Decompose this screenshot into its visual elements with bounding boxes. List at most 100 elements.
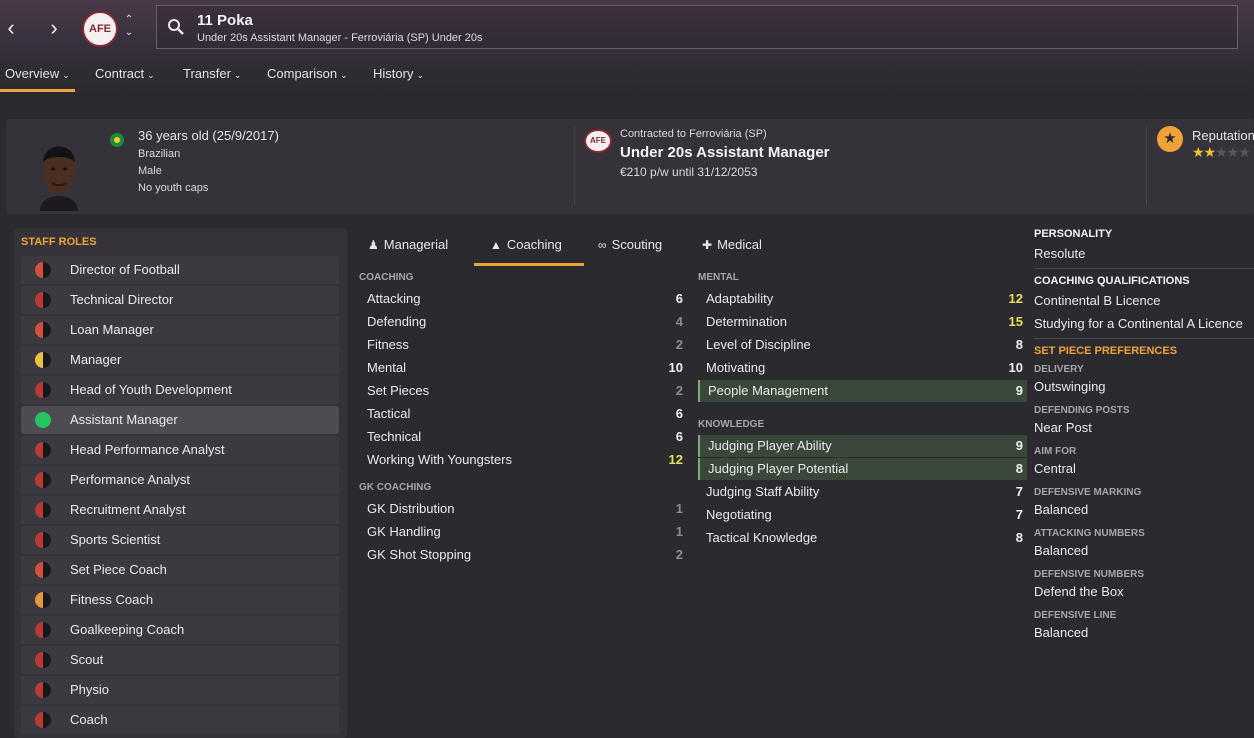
tab-transfer[interactable]: Transfer ⌄ [178, 62, 246, 92]
divider [574, 127, 575, 205]
attribute-row[interactable]: Technical 6 [359, 426, 687, 448]
qualification-item: Studying for a Continental A Licence [1034, 316, 1243, 331]
tab-label: Coaching [506, 237, 562, 252]
attribute-row[interactable]: Tactical 6 [359, 403, 687, 425]
reputation-label: Reputation [1192, 128, 1254, 143]
tab-label: Scouting [611, 237, 663, 252]
attribute-row[interactable]: Working With Youngsters 12 [359, 449, 687, 471]
attribute-name: Judging Player Ability [708, 438, 832, 453]
tab-managerial[interactable]: ♟ Managerial [368, 234, 468, 266]
set-piece-label: DEFENDING POSTS [1034, 405, 1130, 416]
attribute-row[interactable]: Tactical Knowledge 8 [698, 527, 1027, 549]
tab-coaching[interactable]: ▲ Coaching [474, 234, 584, 266]
attribute-row[interactable]: People Management 9 [698, 380, 1027, 402]
attribute-row[interactable]: GK Distribution 1 [359, 498, 687, 520]
attribute-row[interactable]: Motivating 10 [698, 357, 1027, 379]
role-row[interactable]: Loan Manager [21, 316, 339, 344]
chevron-down-icon: ⌄ [233, 70, 242, 80]
club-badge[interactable]: AFE [82, 11, 118, 47]
tab-comparison[interactable]: Comparison ⌄ [262, 62, 353, 92]
tab-contract[interactable]: Contract ⌄ [90, 62, 160, 92]
role-row[interactable]: Recruitment Analyst [21, 496, 339, 524]
contracted-to: Contracted to Ferroviária (SP) [620, 128, 767, 140]
attribute-value: 1 [675, 501, 683, 516]
attribute-value: 10 [1008, 360, 1023, 375]
divider [1034, 338, 1254, 339]
attribute-row[interactable]: Set Pieces 2 [359, 380, 687, 402]
attribute-row[interactable]: Level of Discipline 8 [698, 334, 1027, 356]
attribute-row[interactable]: Determination 15 [698, 311, 1027, 333]
role-row[interactable]: Fitness Coach [21, 586, 339, 614]
attribute-row[interactable]: GK Handling 1 [359, 521, 687, 543]
attribute-name: Attacking [367, 291, 421, 306]
staff-name: 11 Poka [197, 12, 253, 29]
role-row[interactable]: Physio [21, 676, 339, 704]
attribute-row[interactable]: Judging Player Ability 9 [698, 435, 1027, 457]
attribute-value: 7 [1015, 507, 1023, 522]
role-row[interactable]: Goalkeeping Coach [21, 616, 339, 644]
attribute-name: Motivating [706, 360, 766, 375]
role-row[interactable]: Performance Analyst [21, 466, 339, 494]
role-row[interactable]: Set Piece Coach [21, 556, 339, 584]
tab-overview[interactable]: Overview ⌄ [0, 62, 75, 92]
forward-arrow-icon[interactable]: › [43, 14, 65, 42]
coaching-section-label: COACHING [359, 272, 414, 283]
personality-heading: PERSONALITY [1034, 228, 1113, 240]
reputation-stars: ★★★★★ [1192, 144, 1251, 160]
role-row[interactable]: Manager [21, 346, 339, 374]
role-row[interactable]: Assistant Manager [21, 406, 339, 434]
set-piece-value: Near Post [1034, 420, 1092, 435]
staff-roles-title: STAFF ROLES [21, 236, 97, 248]
attribute-name: Tactical Knowledge [706, 530, 818, 545]
role-row[interactable]: Head of Youth Development [21, 376, 339, 404]
search-box[interactable]: 11 Poka Under 20s Assistant Manager - Fe… [156, 5, 1238, 49]
tab-medical[interactable]: ✚ Medical [702, 234, 792, 266]
role-label: Fitness Coach [70, 592, 154, 607]
role-row[interactable]: Scout [21, 646, 339, 674]
attribute-value: 8 [1015, 461, 1023, 476]
staff-roles-panel: STAFF ROLES Director of Football Technica… [14, 228, 347, 738]
attribute-value: 2 [675, 547, 683, 562]
role-suitability-icon [35, 292, 51, 308]
mental-section-label: MENTAL [698, 272, 739, 283]
role-row[interactable]: Sports Scientist [21, 526, 339, 554]
role-label: Head of Youth Development [70, 382, 232, 397]
role-suitability-icon [35, 262, 51, 278]
attribute-row[interactable]: GK Shot Stopping 2 [359, 544, 687, 566]
role-label: Physio [70, 682, 110, 697]
knowledge-section-label: KNOWLEDGE [698, 419, 765, 430]
attribute-row[interactable]: Fitness 2 [359, 334, 687, 356]
attribute-row[interactable]: Mental 10 [359, 357, 687, 379]
attribute-value: 9 [1015, 383, 1023, 398]
role-suitability-icon [35, 682, 51, 698]
tab-label: Overview [5, 66, 60, 81]
attribute-value: 8 [1015, 530, 1023, 545]
tab-label: Transfer [183, 66, 231, 81]
age-dob: 36 years old (25/9/2017) [138, 128, 279, 143]
role-row[interactable]: Head Performance Analyst [21, 436, 339, 464]
top-bar: ‹ › AFE ⌃ ⌄ 11 Poka Under 20s Assistant M… [0, 0, 1254, 100]
contract-club-badge[interactable]: AFE [584, 129, 612, 153]
role-row[interactable]: Technical Director [21, 286, 339, 314]
role-row[interactable]: Coach [21, 706, 339, 734]
attribute-row[interactable]: Defending 4 [359, 311, 687, 333]
attribute-row[interactable]: Negotiating 7 [698, 504, 1027, 526]
attribute-row[interactable]: Judging Staff Ability 7 [698, 481, 1027, 503]
attribute-name: Level of Discipline [706, 337, 811, 352]
attribute-value: 10 [668, 360, 683, 375]
set-piece-label: ATTACKING NUMBERS [1034, 528, 1145, 539]
attribute-row[interactable]: Adaptability 12 [698, 288, 1027, 310]
role-suitability-icon [35, 712, 51, 728]
tab-scouting[interactable]: ∞ Scouting [598, 234, 688, 266]
set-piece-value: Balanced [1034, 543, 1089, 558]
tab-label: Contract [95, 66, 145, 81]
updown-chevrons-icon[interactable]: ⌃ ⌄ [122, 13, 136, 39]
cone-icon: ▲ [490, 238, 502, 252]
back-arrow-icon[interactable]: ‹ [0, 14, 22, 42]
tab-history[interactable]: History ⌄ [368, 62, 429, 92]
tab-label: Comparison [267, 66, 338, 81]
attribute-name: Mental [367, 360, 407, 375]
attribute-row[interactable]: Attacking 6 [359, 288, 687, 310]
role-row[interactable]: Director of Football [21, 256, 339, 284]
attribute-row[interactable]: Judging Player Potential 8 [698, 458, 1027, 480]
